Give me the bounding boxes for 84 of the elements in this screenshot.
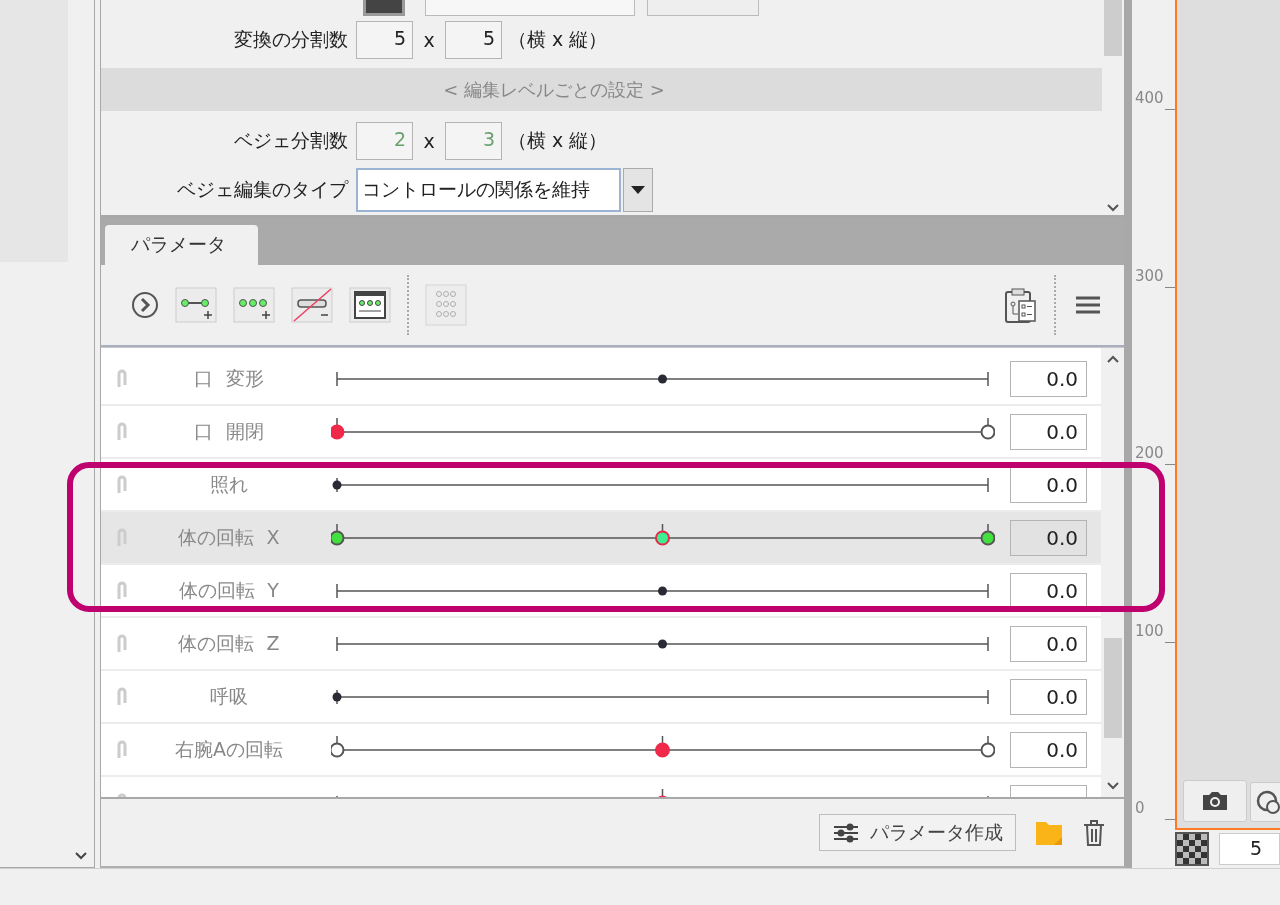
create-parameter-button[interactable]: パラメータ作成 bbox=[819, 814, 1016, 851]
clip-icon[interactable] bbox=[115, 633, 129, 654]
scroll-up-icon[interactable] bbox=[1105, 354, 1120, 364]
scroll-down-icon[interactable] bbox=[1106, 203, 1120, 213]
sliders-icon bbox=[832, 821, 860, 844]
keyframe-marker[interactable] bbox=[980, 523, 995, 546]
clip-icon[interactable] bbox=[115, 580, 129, 601]
parameter-row[interactable]: 右腕Aの回転 0.0 bbox=[101, 724, 1101, 777]
key-window-icon[interactable] bbox=[349, 287, 391, 323]
times-sign: x bbox=[422, 130, 436, 152]
ruler-label: 400 bbox=[1135, 89, 1165, 107]
clip-icon[interactable] bbox=[115, 474, 129, 495]
slider-thumb[interactable] bbox=[658, 374, 667, 384]
panel-tab[interactable]: パラメータ bbox=[105, 225, 258, 265]
select-field[interactable]: コントロールの関係を維持 bbox=[356, 168, 621, 212]
keyframe-marker[interactable] bbox=[655, 523, 670, 546]
trash-icon[interactable] bbox=[1082, 818, 1106, 847]
parameter-name: 照れ bbox=[209, 471, 249, 497]
rings-icon bbox=[1255, 789, 1280, 815]
keyframe-marker[interactable] bbox=[980, 417, 995, 440]
clip-icon[interactable] bbox=[115, 527, 129, 548]
clip-icon[interactable] bbox=[115, 368, 129, 389]
scroll-down-icon[interactable] bbox=[1105, 781, 1120, 791]
input-field[interactable] bbox=[425, 0, 635, 16]
parameter-row[interactable]: 口 変形 0.0 bbox=[101, 353, 1101, 406]
caret-icon bbox=[630, 185, 646, 195]
parameter-row[interactable]: 呼吸 0.0 bbox=[101, 671, 1101, 724]
number-field[interactable]: 5 bbox=[356, 21, 413, 59]
slider-thumb[interactable] bbox=[658, 586, 667, 596]
clip-icon[interactable] bbox=[115, 739, 129, 760]
value-field[interactable]: 0.0 bbox=[1010, 466, 1087, 503]
keyframe-marker[interactable] bbox=[980, 735, 995, 758]
add-keys-icon[interactable] bbox=[233, 287, 275, 323]
clip-icon[interactable] bbox=[115, 686, 129, 707]
value-field[interactable]: 0.0 bbox=[1010, 572, 1087, 609]
checkerboard-icon[interactable] bbox=[1175, 832, 1209, 866]
keyframe-marker[interactable] bbox=[331, 417, 345, 440]
ruler-label: 0 bbox=[1135, 799, 1146, 817]
value-field[interactable]: 0.0 bbox=[1010, 678, 1087, 715]
parameter-name: 体の回転 Y bbox=[178, 577, 280, 603]
remove-key-icon[interactable] bbox=[291, 287, 333, 323]
clipboard-icon[interactable] bbox=[1002, 287, 1038, 323]
scrollbar-thumb[interactable] bbox=[1104, 0, 1122, 56]
parameter-row[interactable]: 口 開閉 0.0 bbox=[101, 406, 1101, 459]
keyframe-marker[interactable] bbox=[331, 523, 345, 546]
camera-button[interactable] bbox=[1183, 780, 1247, 822]
times-sign: x bbox=[422, 29, 436, 51]
ruler-label: 100 bbox=[1135, 621, 1165, 640]
parameter-name: 体の回転 Z bbox=[177, 630, 281, 656]
field-label: ベジェ分割数 bbox=[233, 128, 349, 153]
parameter-row[interactable]: 体の回転 Z 0.0 bbox=[101, 618, 1101, 671]
parameter-row[interactable]: 体の回転 X 0.0 bbox=[101, 512, 1101, 565]
scrollbar-thumb[interactable] bbox=[1103, 637, 1122, 738]
parameter-name: 体の回転 X bbox=[177, 524, 281, 550]
toggle-button[interactable] bbox=[1250, 782, 1280, 822]
clip-icon[interactable] bbox=[115, 421, 129, 442]
ruler-label: 200 bbox=[1135, 444, 1165, 462]
value-field[interactable]: 0.0 bbox=[1010, 519, 1087, 556]
parameter-row[interactable]: 体の回転 Y 0.0 bbox=[101, 565, 1101, 618]
slider-thumb[interactable] bbox=[332, 692, 342, 702]
zoom-field[interactable]: 5 bbox=[1219, 833, 1280, 865]
number-field[interactable]: 5 bbox=[445, 21, 502, 59]
add-key-icon[interactable] bbox=[175, 287, 217, 323]
value-field[interactable]: 0.0 bbox=[1010, 413, 1087, 450]
camera-icon bbox=[1201, 790, 1229, 812]
value-field[interactable]: 0.0 bbox=[1010, 731, 1087, 768]
keyframe-marker[interactable] bbox=[655, 735, 670, 758]
value-field[interactable]: 0.0 bbox=[1010, 625, 1087, 662]
parameter-name: 口 開閉 bbox=[193, 418, 265, 444]
parameter-name: 口 変形 bbox=[193, 365, 265, 391]
parameter-name: 呼吸 bbox=[209, 683, 249, 709]
ruler-label: 300 bbox=[1135, 266, 1165, 285]
value-field[interactable]: 0.0 bbox=[1010, 360, 1087, 397]
field-label: 変換の分割数 bbox=[233, 27, 349, 52]
section-header: < 編集レベルごとの設定 > bbox=[443, 77, 665, 102]
slider-thumb[interactable] bbox=[658, 639, 667, 649]
slider-thumb[interactable] bbox=[332, 480, 342, 490]
dropdown-button[interactable] bbox=[623, 168, 653, 212]
expand-icon[interactable] bbox=[131, 291, 159, 319]
unit-label: （横 x 縦） bbox=[508, 27, 608, 52]
field-label: ベジェ編集のタイプ bbox=[176, 177, 350, 202]
unit-label: （横 x 縦） bbox=[508, 128, 608, 153]
parameter-name: 右腕Aの回転 bbox=[174, 736, 284, 762]
keyframe-marker[interactable] bbox=[331, 735, 345, 758]
